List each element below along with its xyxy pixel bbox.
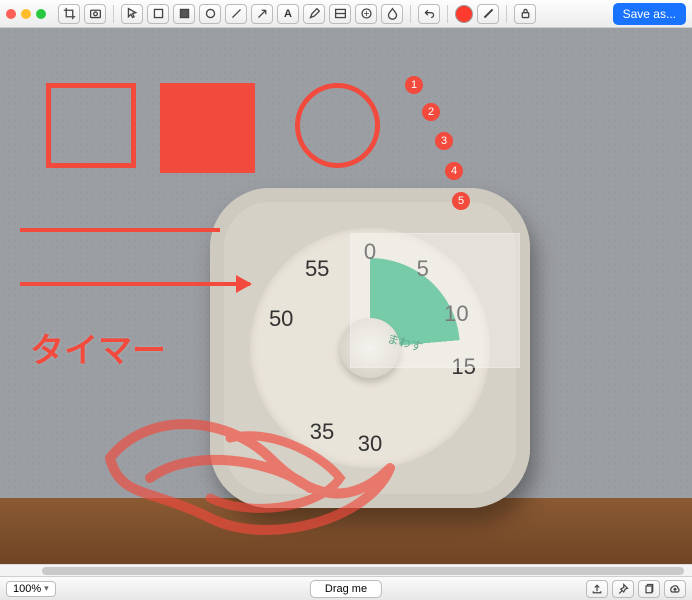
tick-50: 50 <box>269 306 293 332</box>
close-window-button[interactable] <box>6 9 16 19</box>
window-controls <box>6 9 46 19</box>
arrow-annotation[interactable] <box>20 282 250 286</box>
step-2[interactable]: 2 <box>422 103 440 121</box>
undo-button[interactable] <box>418 4 440 24</box>
main-toolbar: A Save as... <box>0 0 692 28</box>
pen-annotation[interactable] <box>90 398 410 558</box>
save-as-button[interactable]: Save as... <box>613 3 686 25</box>
blur-tool[interactable] <box>381 4 403 24</box>
rect-fill-tool[interactable] <box>173 4 195 24</box>
line-tool[interactable] <box>225 4 247 24</box>
scene: まわす 0 5 10 15 30 35 50 55 1 2 3 4 5 タイマー <box>0 28 692 564</box>
rect-fill-annotation[interactable] <box>160 83 255 173</box>
color-picker[interactable] <box>455 5 473 23</box>
share-button[interactable] <box>586 580 608 598</box>
line-annotation[interactable] <box>20 228 220 232</box>
text-annotation[interactable]: タイマー <box>30 323 166 372</box>
oval-tool[interactable] <box>199 4 221 24</box>
arrow-tool[interactable] <box>251 4 273 24</box>
counter-tool[interactable] <box>355 4 377 24</box>
horizontal-scrollbar[interactable] <box>0 564 692 576</box>
rect-outline-annotation[interactable] <box>46 83 136 168</box>
scrollbar-thumb[interactable] <box>42 567 684 575</box>
oval-annotation[interactable] <box>295 83 380 168</box>
copy-button[interactable] <box>638 580 660 598</box>
lock-button[interactable] <box>514 4 536 24</box>
highlight-annotation[interactable] <box>350 233 520 368</box>
bottom-right-tools <box>586 580 686 598</box>
drag-handle[interactable]: Drag me <box>310 580 382 598</box>
stroke-width-picker[interactable] <box>477 4 499 24</box>
upload-button[interactable] <box>664 580 686 598</box>
crop-tool[interactable] <box>58 4 80 24</box>
pen-tool[interactable] <box>303 4 325 24</box>
bottom-toolbar: 100% Drag me <box>0 576 692 600</box>
text-tool[interactable]: A <box>277 4 299 24</box>
step-5[interactable]: 5 <box>452 192 470 210</box>
canvas[interactable]: まわす 0 5 10 15 30 35 50 55 1 2 3 4 5 タイマー <box>0 28 692 564</box>
minimize-window-button[interactable] <box>21 9 31 19</box>
zoom-dropdown[interactable]: 100% <box>6 581 56 597</box>
step-4[interactable]: 4 <box>445 162 463 180</box>
pointer-tool[interactable] <box>121 4 143 24</box>
rect-outline-tool[interactable] <box>147 4 169 24</box>
highlight-tool[interactable] <box>329 4 351 24</box>
step-1[interactable]: 1 <box>405 76 423 94</box>
step-3[interactable]: 3 <box>435 132 453 150</box>
pin-button[interactable] <box>612 580 634 598</box>
capture-tool[interactable] <box>84 4 106 24</box>
tick-55: 55 <box>305 256 329 282</box>
zoom-window-button[interactable] <box>36 9 46 19</box>
zoom-value: 100% <box>13 583 41 595</box>
